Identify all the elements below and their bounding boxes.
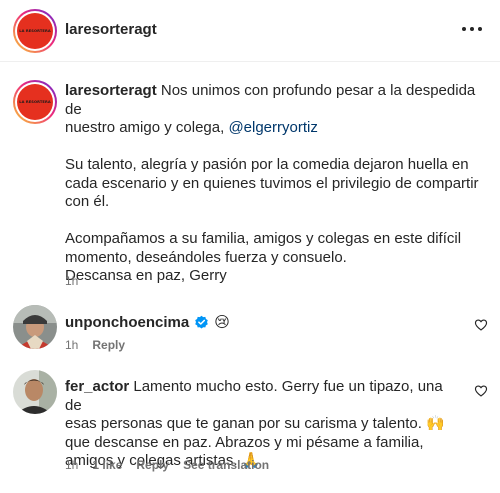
caption-text: nuestro amigo y colega, — [65, 119, 229, 136]
caption-time: 1h — [65, 274, 79, 288]
caption-text: momento, deseándoles fuerza y consuelo. — [65, 248, 347, 266]
brand-logo-text: LA RESORTERA — [19, 29, 51, 33]
commenter-avatar[interactable] — [13, 305, 57, 349]
comment-emoji: 😢 — [214, 313, 230, 331]
verified-badge-icon — [195, 315, 208, 328]
caption-text: cada escenario y en quienes tuvimos el p… — [65, 174, 479, 192]
comment-text: fer_actor Lamento mucho esto. Gerry fue … — [65, 378, 460, 471]
likes-count[interactable]: 1 like — [92, 458, 122, 472]
mention-link[interactable]: @elgerryortiz — [228, 119, 317, 136]
see-translation-button[interactable]: See translation — [183, 458, 269, 472]
heart-icon[interactable] — [474, 318, 488, 332]
caption-username[interactable]: laresorteragt — [65, 82, 157, 99]
caption-avatar[interactable]: LA RESORTERA — [13, 80, 57, 124]
comment-meta: 1h 1 like Reply See translation — [65, 458, 269, 472]
heart-icon[interactable] — [474, 384, 488, 398]
comment-text-line: que descanse en paz. Abrazos y mi pésame… — [65, 433, 424, 451]
more-icon[interactable] — [462, 27, 484, 35]
author-avatar[interactable]: LA RESORTERA — [13, 9, 57, 53]
post-header: LA RESORTERA laresorteragt — [0, 0, 500, 62]
comment-row: unponchoencima 😢 — [65, 313, 230, 331]
comment-time: 1h — [65, 338, 79, 352]
commenter-avatar[interactable] — [13, 370, 57, 414]
caption-text: Su talento, alegría y pasión por la come… — [65, 156, 469, 173]
caption-meta: 1h — [65, 274, 78, 288]
caption-text: Acompañamos a su familia, amigos y coleg… — [65, 230, 462, 247]
reply-button[interactable]: Reply — [136, 458, 169, 472]
comment-meta: 1h Reply — [65, 338, 125, 352]
post-author-username[interactable]: laresorteragt — [65, 21, 157, 38]
comment-text-line: esas personas que te ganan por su carism… — [65, 415, 445, 432]
caption-text: Descansa en paz, Gerry — [65, 267, 227, 284]
comment-time: 1h — [65, 458, 79, 472]
reply-button[interactable]: Reply — [92, 338, 125, 352]
caption-text: con él. — [65, 193, 110, 210]
post-caption: laresorteragt Nos unimos con profundo pe… — [65, 82, 495, 286]
comment-username[interactable]: unponchoencima — [65, 314, 189, 331]
brand-logo-text: LA RESORTERA — [19, 100, 51, 104]
comment-username[interactable]: fer_actor — [65, 378, 129, 395]
